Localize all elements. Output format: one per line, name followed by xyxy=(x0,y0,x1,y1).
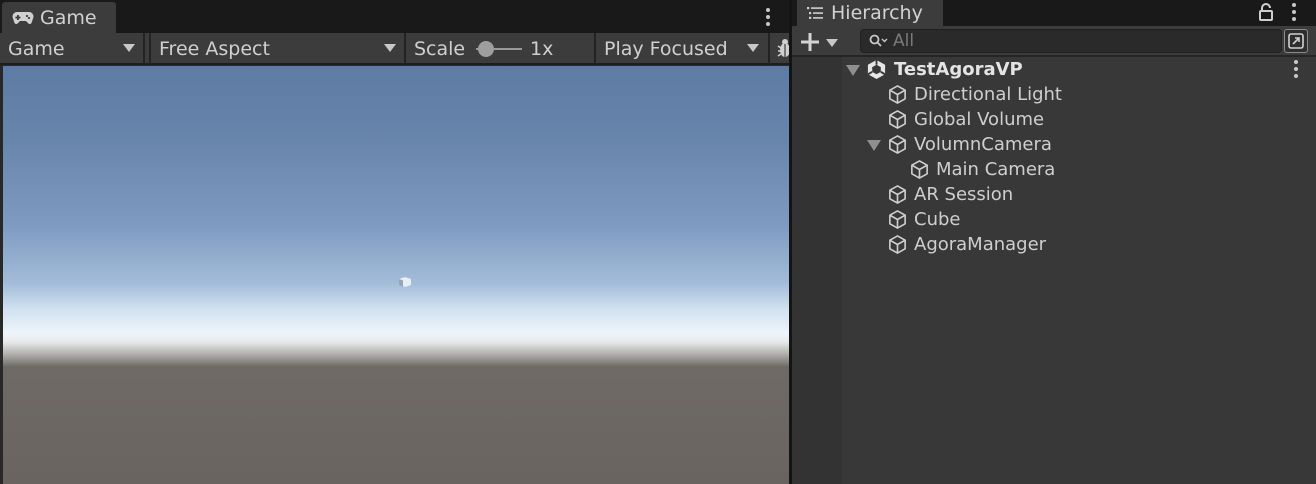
scene-name: TestAgoraVP xyxy=(894,59,1023,80)
scene-more-menu-icon[interactable] xyxy=(1293,60,1299,78)
scene-row[interactable]: TestAgoraVP xyxy=(792,57,1316,82)
external-window-icon xyxy=(1288,33,1304,49)
game-more-menu-icon[interactable] xyxy=(765,8,771,26)
play-mode-label: Play Focused xyxy=(604,37,728,60)
scale-control: Scale 1x xyxy=(406,33,594,64)
tab-game-label: Game xyxy=(40,7,97,29)
scale-label: Scale xyxy=(414,37,466,60)
game-toolbar: Game Free Aspect Scale 1x Play Focused xyxy=(0,33,790,65)
hierarchy-panel: Hierarchy All TestAgoraVP Directional Li… xyxy=(792,0,1316,484)
scale-value: 1x xyxy=(530,37,554,60)
expand-arrow-icon[interactable] xyxy=(867,140,881,151)
hierarchy-tree: TestAgoraVP Directional Light Global Vol… xyxy=(792,57,1316,484)
tab-game[interactable]: Game xyxy=(2,2,116,34)
chevron-down-icon xyxy=(747,44,759,52)
scale-slider-thumb[interactable] xyxy=(478,41,494,57)
scale-slider[interactable] xyxy=(476,41,522,57)
hierarchy-item[interactable]: Cube xyxy=(792,207,1316,232)
expand-arrow-icon[interactable] xyxy=(846,65,860,76)
game-viewport[interactable] xyxy=(3,66,789,484)
hierarchy-toolbar xyxy=(792,26,1316,57)
hierarchy-item[interactable]: Main Camera xyxy=(792,157,1316,182)
game-tab-strip: Game xyxy=(0,0,790,34)
gamepad-icon xyxy=(12,12,34,25)
hierarchy-item-label: Cube xyxy=(914,209,961,230)
scene-popout-button[interactable] xyxy=(1284,29,1308,53)
cube-object xyxy=(399,277,411,287)
gameobject-cube-icon xyxy=(889,135,906,154)
chevron-down-icon xyxy=(826,39,838,47)
hierarchy-item-label: Global Volume xyxy=(914,109,1045,130)
bug-icon[interactable] xyxy=(775,38,789,60)
tab-hierarchy-label: Hierarchy xyxy=(831,2,923,24)
search-input[interactable] xyxy=(893,31,1273,51)
gameobject-cube-icon xyxy=(889,235,906,254)
hierarchy-item-label: Main Camera xyxy=(936,159,1056,180)
display-dropdown[interactable]: Game xyxy=(0,33,143,64)
list-icon xyxy=(807,7,823,19)
play-mode-dropdown[interactable]: Play Focused xyxy=(596,33,768,64)
chevron-down-icon xyxy=(123,44,135,52)
game-panel: Game Game Free Aspect Scale 1x Play Focu… xyxy=(0,0,790,484)
hierarchy-item[interactable]: VolumnCamera xyxy=(792,132,1316,157)
search-icon xyxy=(869,34,888,47)
hierarchy-search[interactable] xyxy=(860,29,1282,53)
gameobject-cube-icon xyxy=(889,185,906,204)
create-dropdown[interactable] xyxy=(800,30,844,52)
hierarchy-item[interactable]: Directional Light xyxy=(792,82,1316,107)
lock-icon[interactable] xyxy=(1258,3,1274,21)
hierarchy-more-menu-icon[interactable] xyxy=(1291,3,1297,21)
aspect-dropdown-label: Free Aspect xyxy=(159,37,270,60)
plus-icon xyxy=(801,33,819,51)
gameobject-cube-icon xyxy=(889,85,906,104)
hierarchy-item-label: AgoraManager xyxy=(914,234,1047,255)
hierarchy-item-label: Directional Light xyxy=(914,84,1062,105)
unity-scene-icon xyxy=(867,59,886,80)
gameobject-cube-icon xyxy=(911,160,928,179)
display-dropdown-label: Game xyxy=(8,37,65,60)
hierarchy-item[interactable]: Global Volume xyxy=(792,107,1316,132)
hierarchy-item[interactable]: AR Session xyxy=(792,182,1316,207)
gameobject-cube-icon xyxy=(889,110,906,129)
hierarchy-item[interactable]: AgoraManager xyxy=(792,232,1316,257)
aspect-dropdown[interactable]: Free Aspect xyxy=(151,33,404,64)
gameobject-cube-icon xyxy=(889,210,906,229)
hierarchy-tab-strip: Hierarchy xyxy=(792,0,1316,26)
chevron-down-icon xyxy=(384,44,396,52)
hierarchy-item-label: VolumnCamera xyxy=(914,134,1052,155)
tab-hierarchy[interactable]: Hierarchy xyxy=(797,0,943,26)
hierarchy-item-label: AR Session xyxy=(914,184,1014,205)
